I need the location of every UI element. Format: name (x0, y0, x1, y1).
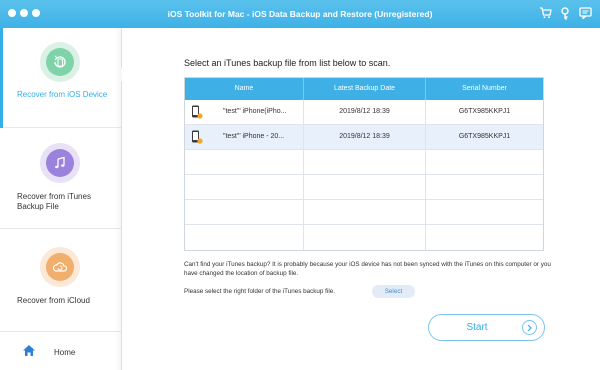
start-button[interactable]: Start (428, 314, 545, 341)
backup-name: "test"’ iPhone - 20... (223, 133, 285, 140)
page-title: Select an iTunes backup file from list b… (184, 58, 391, 68)
table-row-empty (185, 225, 543, 250)
sidebar-shadow (114, 28, 122, 370)
sidebar: Recover from iOS Device Recover from iTu… (0, 28, 122, 370)
sidebar-item-itunes-backup[interactable]: Recover from iTunes Backup File (0, 128, 121, 229)
select-folder-hint: Please select the right folder of the iT… (184, 288, 335, 295)
backup-name: "test"’ iPhone(iPho... (223, 108, 287, 115)
backup-table: Name Latest Backup Date Serial Number "t… (184, 77, 544, 251)
home-label: Home (54, 348, 76, 357)
feedback-icon[interactable] (578, 6, 592, 20)
window-title: iOS Toolkit for Mac - iOS Data Backup an… (167, 9, 433, 19)
active-indicator (0, 28, 3, 128)
backup-hint-text: Can't find your iTunes backup? It is pro… (184, 261, 551, 277)
sidebar-item-icloud[interactable]: Recover from iCloud (0, 229, 121, 332)
sidebar-item-label: Recover from iTunes Backup File (17, 192, 91, 211)
sidebar-item-ios-device[interactable]: Recover from iOS Device (0, 28, 122, 128)
select-folder-button[interactable]: Select (372, 285, 415, 298)
itunes-music-icon (40, 143, 80, 183)
home-button[interactable]: Home (0, 338, 121, 370)
table-row[interactable]: "test"’ iPhone(iPho... 2019/8/12 18:39 G… (185, 100, 543, 125)
table-row-empty (185, 175, 543, 200)
cart-icon[interactable] (538, 6, 552, 20)
serial-number-cell: G6TX985KKPJ1 (458, 108, 511, 115)
backup-date-cell: 2019/8/12 18:39 (304, 125, 426, 149)
ios-device-icon (40, 42, 80, 82)
backup-name-cell: "test"’ iPhone(iPho... (185, 100, 304, 124)
sidebar-item-label: Recover from iOS Device (17, 90, 108, 99)
title-bar: iOS Toolkit for Mac - iOS Data Backup an… (0, 0, 600, 28)
backup-name-cell: "test"’ iPhone - 20... (185, 125, 304, 149)
column-header-date[interactable]: Latest Backup Date (304, 78, 426, 100)
table-header: Name Latest Backup Date Serial Number (185, 78, 543, 100)
table-row-empty (185, 150, 543, 175)
backup-date-cell: 2019/8/12 18:39 (304, 100, 426, 124)
sidebar-item-label: Recover from iCloud (17, 296, 90, 305)
chevron-right-icon (522, 320, 537, 335)
key-icon[interactable] (558, 6, 572, 20)
column-header-name[interactable]: Name (185, 78, 304, 100)
icloud-icon (40, 247, 80, 287)
table-row-empty (185, 200, 543, 225)
start-label: Start (466, 322, 488, 333)
table-row-selected[interactable]: "test"’ iPhone - 20... 2019/8/12 18:39 G… (185, 125, 543, 150)
iphone-icon (192, 105, 203, 119)
home-icon (22, 344, 36, 362)
column-header-serial[interactable]: Serial Number (426, 78, 543, 100)
iphone-icon (192, 130, 203, 144)
main-panel: Select an iTunes backup file from list b… (122, 28, 600, 370)
serial-number-cell: G6TX985KKPJ1 (458, 133, 511, 140)
app-window: iOS Toolkit for Mac - iOS Data Backup an… (0, 0, 600, 370)
